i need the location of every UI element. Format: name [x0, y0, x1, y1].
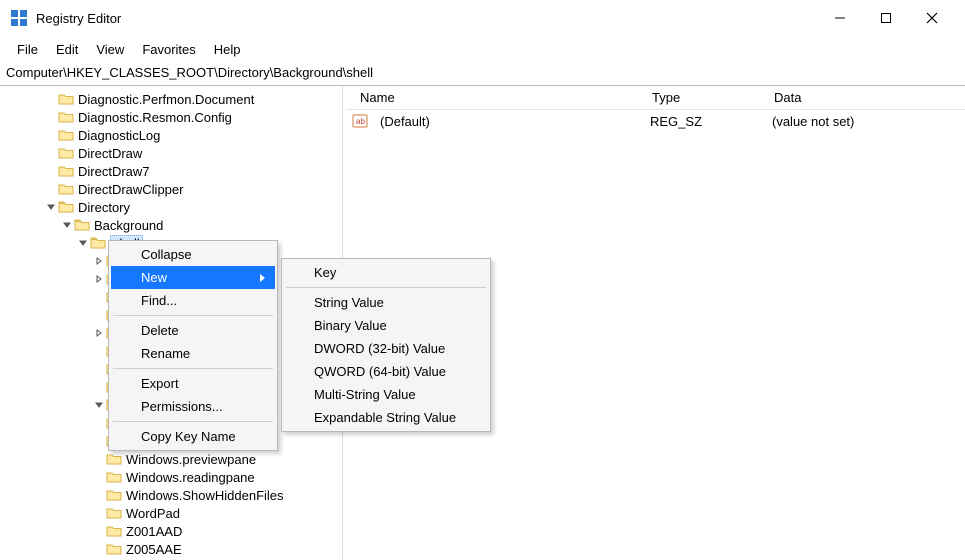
cm-new[interactable]: New	[111, 266, 275, 289]
tree-item-label: Z005AAE	[126, 542, 182, 557]
folder-icon	[90, 236, 106, 250]
folder-icon	[58, 182, 74, 196]
tree-item-label: Directory	[78, 200, 130, 215]
cell-type: REG_SZ	[642, 112, 764, 131]
tree-item-label: Background	[94, 218, 163, 233]
folder-icon	[106, 542, 122, 556]
tree-row[interactable]: Windows.ShowHiddenFiles	[0, 486, 342, 504]
address-path: Computer\HKEY_CLASSES_ROOT\Directory\Bac…	[6, 65, 373, 80]
folder-icon	[58, 200, 74, 214]
folder-icon	[58, 146, 74, 160]
cm-new-qword[interactable]: QWORD (64-bit) Value	[284, 360, 488, 383]
cm-find[interactable]: Find...	[111, 289, 275, 312]
context-menu: Collapse New Find... Delete Rename Expor…	[108, 240, 278, 451]
menu-view[interactable]: View	[87, 38, 133, 61]
list-body: ab (Default)REG_SZ(value not set)	[346, 110, 965, 132]
tree-item-label: Windows.ShowHiddenFiles	[126, 488, 284, 503]
string-value-icon: ab	[352, 113, 368, 129]
cell-data: (value not set)	[764, 112, 965, 131]
tree-item-label: Windows.readingpane	[126, 470, 255, 485]
folder-icon	[74, 218, 90, 232]
folder-icon	[106, 488, 122, 502]
cm-separator	[113, 421, 273, 422]
svg-text:ab: ab	[356, 117, 365, 126]
tree-row[interactable]: Background	[0, 216, 342, 234]
cm-new-dword[interactable]: DWORD (32-bit) Value	[284, 337, 488, 360]
title-bar: Registry Editor	[0, 0, 965, 36]
tree-row[interactable]: DirectDraw	[0, 144, 342, 162]
folder-icon	[106, 506, 122, 520]
folder-icon	[58, 92, 74, 106]
menu-favorites[interactable]: Favorites	[133, 38, 204, 61]
tree-item-label: WordPad	[126, 506, 180, 521]
tree-row[interactable]: WordPad	[0, 504, 342, 522]
cm-delete[interactable]: Delete	[111, 319, 275, 342]
list-row[interactable]: ab (Default)REG_SZ(value not set)	[346, 110, 965, 132]
app-icon	[10, 9, 28, 27]
tree-item-label: Diagnostic.Perfmon.Document	[78, 92, 254, 107]
menubar: File Edit View Favorites Help	[0, 36, 965, 62]
chevron-right-icon[interactable]	[92, 274, 106, 284]
chevron-down-icon[interactable]	[92, 400, 106, 410]
address-bar[interactable]: Computer\HKEY_CLASSES_ROOT\Directory\Bac…	[0, 62, 965, 86]
cm-export[interactable]: Export	[111, 372, 275, 395]
cm-copy-key-name[interactable]: Copy Key Name	[111, 425, 275, 448]
tree-row[interactable]: Windows.readingpane	[0, 468, 342, 486]
tree-item-label: Diagnostic.Resmon.Config	[78, 110, 232, 125]
col-type[interactable]: Type	[644, 86, 766, 109]
tree-item-label: DirectDrawClipper	[78, 182, 183, 197]
menu-help[interactable]: Help	[205, 38, 250, 61]
folder-icon	[106, 452, 122, 466]
tree-item-label: DirectDraw	[78, 146, 142, 161]
maximize-button[interactable]	[863, 2, 909, 34]
new-submenu: Key String Value Binary Value DWORD (32-…	[281, 258, 491, 432]
tree-row[interactable]: DirectDraw7	[0, 162, 342, 180]
chevron-down-icon[interactable]	[76, 238, 90, 248]
close-button[interactable]	[909, 2, 955, 34]
tree-row[interactable]: Z001AAD	[0, 522, 342, 540]
cell-name: (Default)	[372, 112, 642, 131]
tree-row[interactable]: DiagnosticLog	[0, 126, 342, 144]
menu-edit[interactable]: Edit	[47, 38, 87, 61]
cm-new-multistring[interactable]: Multi-String Value	[284, 383, 488, 406]
col-data[interactable]: Data	[766, 86, 965, 109]
chevron-right-icon[interactable]	[92, 328, 106, 338]
folder-icon	[106, 470, 122, 484]
tree-item-label: DiagnosticLog	[78, 128, 160, 143]
cm-permissions[interactable]: Permissions...	[111, 395, 275, 418]
cm-new-binary[interactable]: Binary Value	[284, 314, 488, 337]
cm-collapse[interactable]: Collapse	[111, 243, 275, 266]
tree-item-label: DirectDraw7	[78, 164, 150, 179]
cm-new-expandablestring[interactable]: Expandable String Value	[284, 406, 488, 429]
tree-row[interactable]: Diagnostic.Perfmon.Document	[0, 90, 342, 108]
list-header: Name Type Data	[346, 86, 965, 110]
menu-file[interactable]: File	[8, 38, 47, 61]
cm-separator	[286, 287, 486, 288]
cm-separator	[113, 368, 273, 369]
cm-rename[interactable]: Rename	[111, 342, 275, 365]
tree-row[interactable]: Diagnostic.Resmon.Config	[0, 108, 342, 126]
col-name[interactable]: Name	[352, 86, 644, 109]
folder-icon	[58, 164, 74, 178]
cm-new-string[interactable]: String Value	[284, 291, 488, 314]
minimize-button[interactable]	[817, 2, 863, 34]
folder-icon	[58, 128, 74, 142]
chevron-down-icon[interactable]	[44, 202, 58, 212]
tree-row[interactable]: Directory	[0, 198, 342, 216]
tree-item-label: Z001AAD	[126, 524, 182, 539]
tree-row[interactable]: DirectDrawClipper	[0, 180, 342, 198]
folder-icon	[58, 110, 74, 124]
chevron-right-icon[interactable]	[92, 256, 106, 266]
folder-icon	[106, 524, 122, 538]
cm-new-key[interactable]: Key	[284, 261, 488, 284]
tree-row[interactable]: Z005AAE	[0, 540, 342, 558]
window-title: Registry Editor	[36, 11, 121, 26]
cm-separator	[113, 315, 273, 316]
caption-buttons	[817, 2, 955, 34]
chevron-down-icon[interactable]	[60, 220, 74, 230]
tree-row[interactable]: Windows.previewpane	[0, 450, 342, 468]
tree-item-label: Windows.previewpane	[126, 452, 256, 467]
